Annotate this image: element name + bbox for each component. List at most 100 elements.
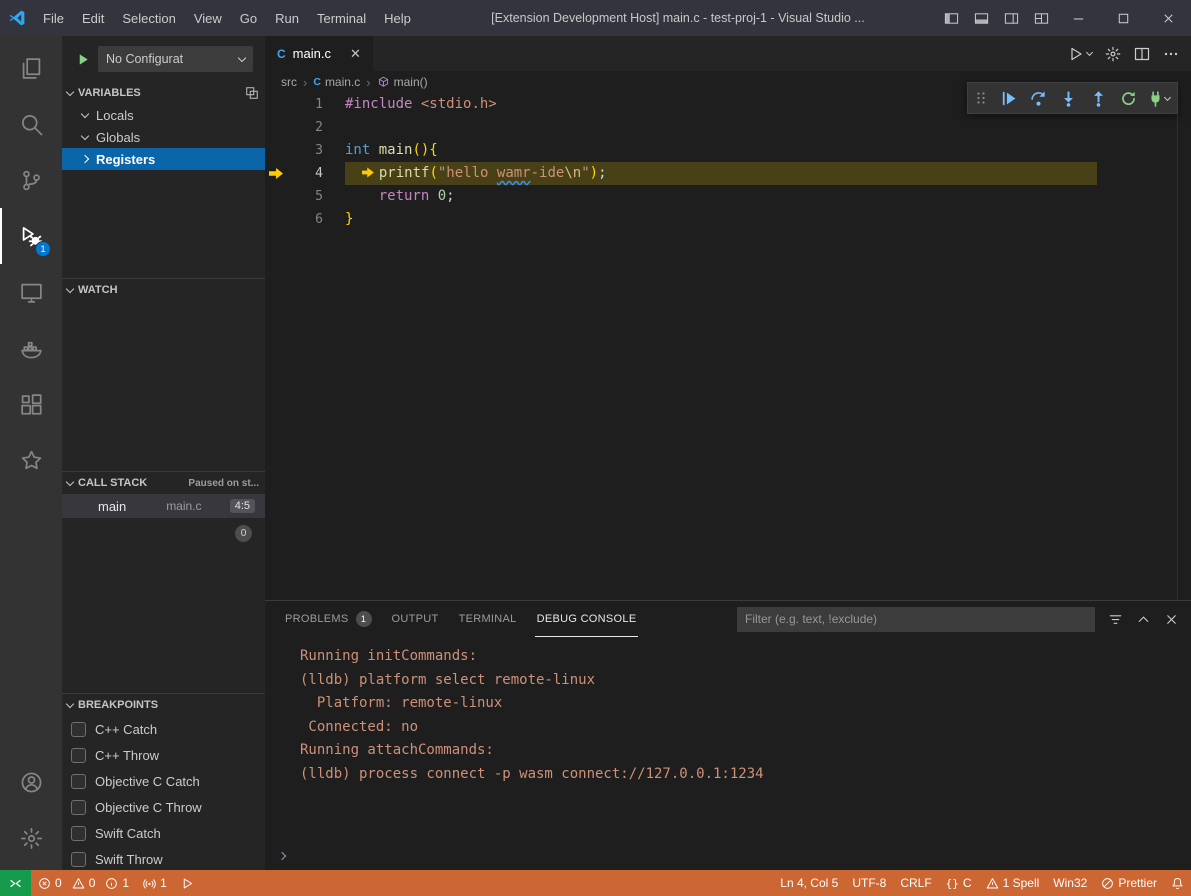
split-editor-button[interactable] [1134,46,1150,62]
breakpoint-item-c-catch[interactable]: C++ Catch [62,716,265,742]
menu-view[interactable]: View [185,0,231,36]
activity-item-search[interactable] [0,96,62,152]
notifications[interactable] [1164,870,1191,896]
close-button[interactable] [1146,0,1191,36]
gutter-glyph-margin[interactable] [265,162,287,185]
breakpoint-item-c-throw[interactable]: C++ Throw [62,742,265,768]
breakpoint-checkbox[interactable] [71,774,86,789]
code-text-line[interactable]: printf("hello wamr-ide\n"); [345,162,1097,185]
start-debugging-icon[interactable] [76,52,91,67]
breakpoint-checkbox[interactable] [71,748,86,763]
menu-edit[interactable]: Edit [73,0,113,36]
step-out-button[interactable] [1084,85,1112,111]
language-mode[interactable]: {} C [939,870,979,896]
breakpoint-checkbox[interactable] [71,800,86,815]
code-text-line[interactable] [345,116,1191,139]
variables-item-locals[interactable]: Locals [62,104,265,126]
activity-item-settings[interactable] [0,810,62,866]
menu-terminal[interactable]: Terminal [308,0,375,36]
close-tab-icon[interactable]: ✕ [350,46,361,62]
platform-indicator[interactable]: Win32 [1046,870,1094,896]
activity-item-explorer[interactable] [0,40,62,96]
more-actions-button[interactable] [1163,46,1179,62]
debug-status[interactable] [174,870,201,896]
activity-item-remote-explorer[interactable] [0,264,62,320]
settings-gear-button[interactable] [1105,46,1121,62]
menu-go[interactable]: Go [231,0,266,36]
activity-item-source-control[interactable] [0,152,62,208]
breakpoint-checkbox[interactable] [71,826,86,841]
toggle-secondary-sidebar-icon[interactable] [996,0,1026,36]
disconnect-button[interactable] [1144,85,1172,111]
close-panel-icon[interactable] [1164,612,1179,627]
activity-item-run-and-debug[interactable]: 1 [0,208,62,264]
breadcrumb-item-main-c[interactable]: Cmain.c [313,75,360,89]
menu-run[interactable]: Run [266,0,308,36]
breakpoint-checkbox[interactable] [71,722,86,737]
code-editor[interactable]: 1#include <stdio.h>23int main(){4 printf… [265,93,1191,600]
activity-item-accounts[interactable] [0,754,62,810]
drag-handle-icon[interactable] [973,90,989,106]
maximize-panel-icon[interactable] [1136,612,1151,627]
watch-section-header[interactable]: WATCH [62,279,265,301]
call-stack-frame[interactable]: main main.c 4:5 [62,494,265,518]
breakpoint-item-objective-c-catch[interactable]: Objective C Catch [62,768,265,794]
problems-status[interactable]: 0 0 1 [31,870,136,896]
activity-item-docker[interactable] [0,320,62,376]
gutter-glyph-margin[interactable] [265,139,287,162]
panel-tab-problems[interactable]: PROBLEMS1 [283,601,374,637]
variables-item-globals[interactable]: Globals [62,126,265,148]
panel-tab-debug-console[interactable]: DEBUG CONSOLE [535,601,639,637]
maximize-button[interactable] [1101,0,1146,36]
filter-icon[interactable] [1108,612,1123,627]
continue-button[interactable] [994,85,1022,111]
code-text-line[interactable]: return 0; [345,185,1191,208]
customize-layout-icon[interactable] [1026,0,1056,36]
prettier-status[interactable]: Prettier [1094,870,1164,896]
menu-file[interactable]: File [34,0,73,36]
eol-indicator[interactable]: CRLF [893,870,938,896]
toggle-panel-icon[interactable] [966,0,996,36]
debug-console-output[interactable]: Running initCommands:(lldb) platform sel… [265,637,1191,842]
menu-help[interactable]: Help [375,0,420,36]
variables-item-registers[interactable]: Registers [62,148,265,170]
gutter-glyph-margin[interactable] [265,93,287,116]
collapse-all-icon[interactable] [245,86,259,100]
breakpoint-checkbox[interactable] [71,852,86,867]
console-filter-input[interactable] [737,607,1095,632]
call-stack-section-header[interactable]: CALL STACK Paused on st... [62,472,265,494]
spell-status[interactable]: 1 Spell [979,870,1047,896]
encoding-indicator[interactable]: UTF-8 [845,870,893,896]
breadcrumb-item-src[interactable]: src [281,75,297,89]
menu-selection[interactable]: Selection [113,0,184,36]
gutter-glyph-margin[interactable] [265,208,287,231]
run-file-button[interactable] [1068,46,1092,62]
variables-section-header[interactable]: VARIABLES [62,82,265,104]
step-into-button[interactable] [1054,85,1082,111]
breakpoint-item-swift-catch[interactable]: Swift Catch [62,820,265,846]
minimize-button[interactable] [1056,0,1101,36]
breakpoints-section-header[interactable]: BREAKPOINTS [62,694,265,716]
code-text-line[interactable]: } [345,208,1191,231]
panel-tab-terminal[interactable]: TERMINAL [457,601,519,637]
editor-scrollbar[interactable] [1177,93,1191,600]
cursor-position[interactable]: Ln 4, Col 5 [773,870,845,896]
activity-item-extensions[interactable] [0,376,62,432]
tab-main-c[interactable]: C main.c ✕ [265,36,373,71]
gutter-glyph-margin[interactable] [265,116,287,139]
remote-indicator[interactable] [0,870,31,896]
breadcrumb-item-main[interactable]: main() [377,75,428,89]
gutter-glyph-margin[interactable] [265,185,287,208]
code-text-line[interactable]: int main(){ [345,139,1191,162]
breakpoint-item-swift-throw[interactable]: Swift Throw [62,846,265,870]
toggle-sidebar-icon[interactable] [936,0,966,36]
step-over-button[interactable] [1024,85,1052,111]
debug-console-input[interactable] [265,842,1191,870]
breakpoint-item-objective-c-throw[interactable]: Objective C Throw [62,794,265,820]
activity-item-star[interactable] [0,432,62,488]
restart-button[interactable] [1114,85,1142,111]
language-label: C [963,876,972,890]
panel-tab-output[interactable]: OUTPUT [390,601,441,637]
ports-status[interactable]: 1 [136,870,174,896]
debug-config-dropdown[interactable]: No Configurat [98,46,253,72]
